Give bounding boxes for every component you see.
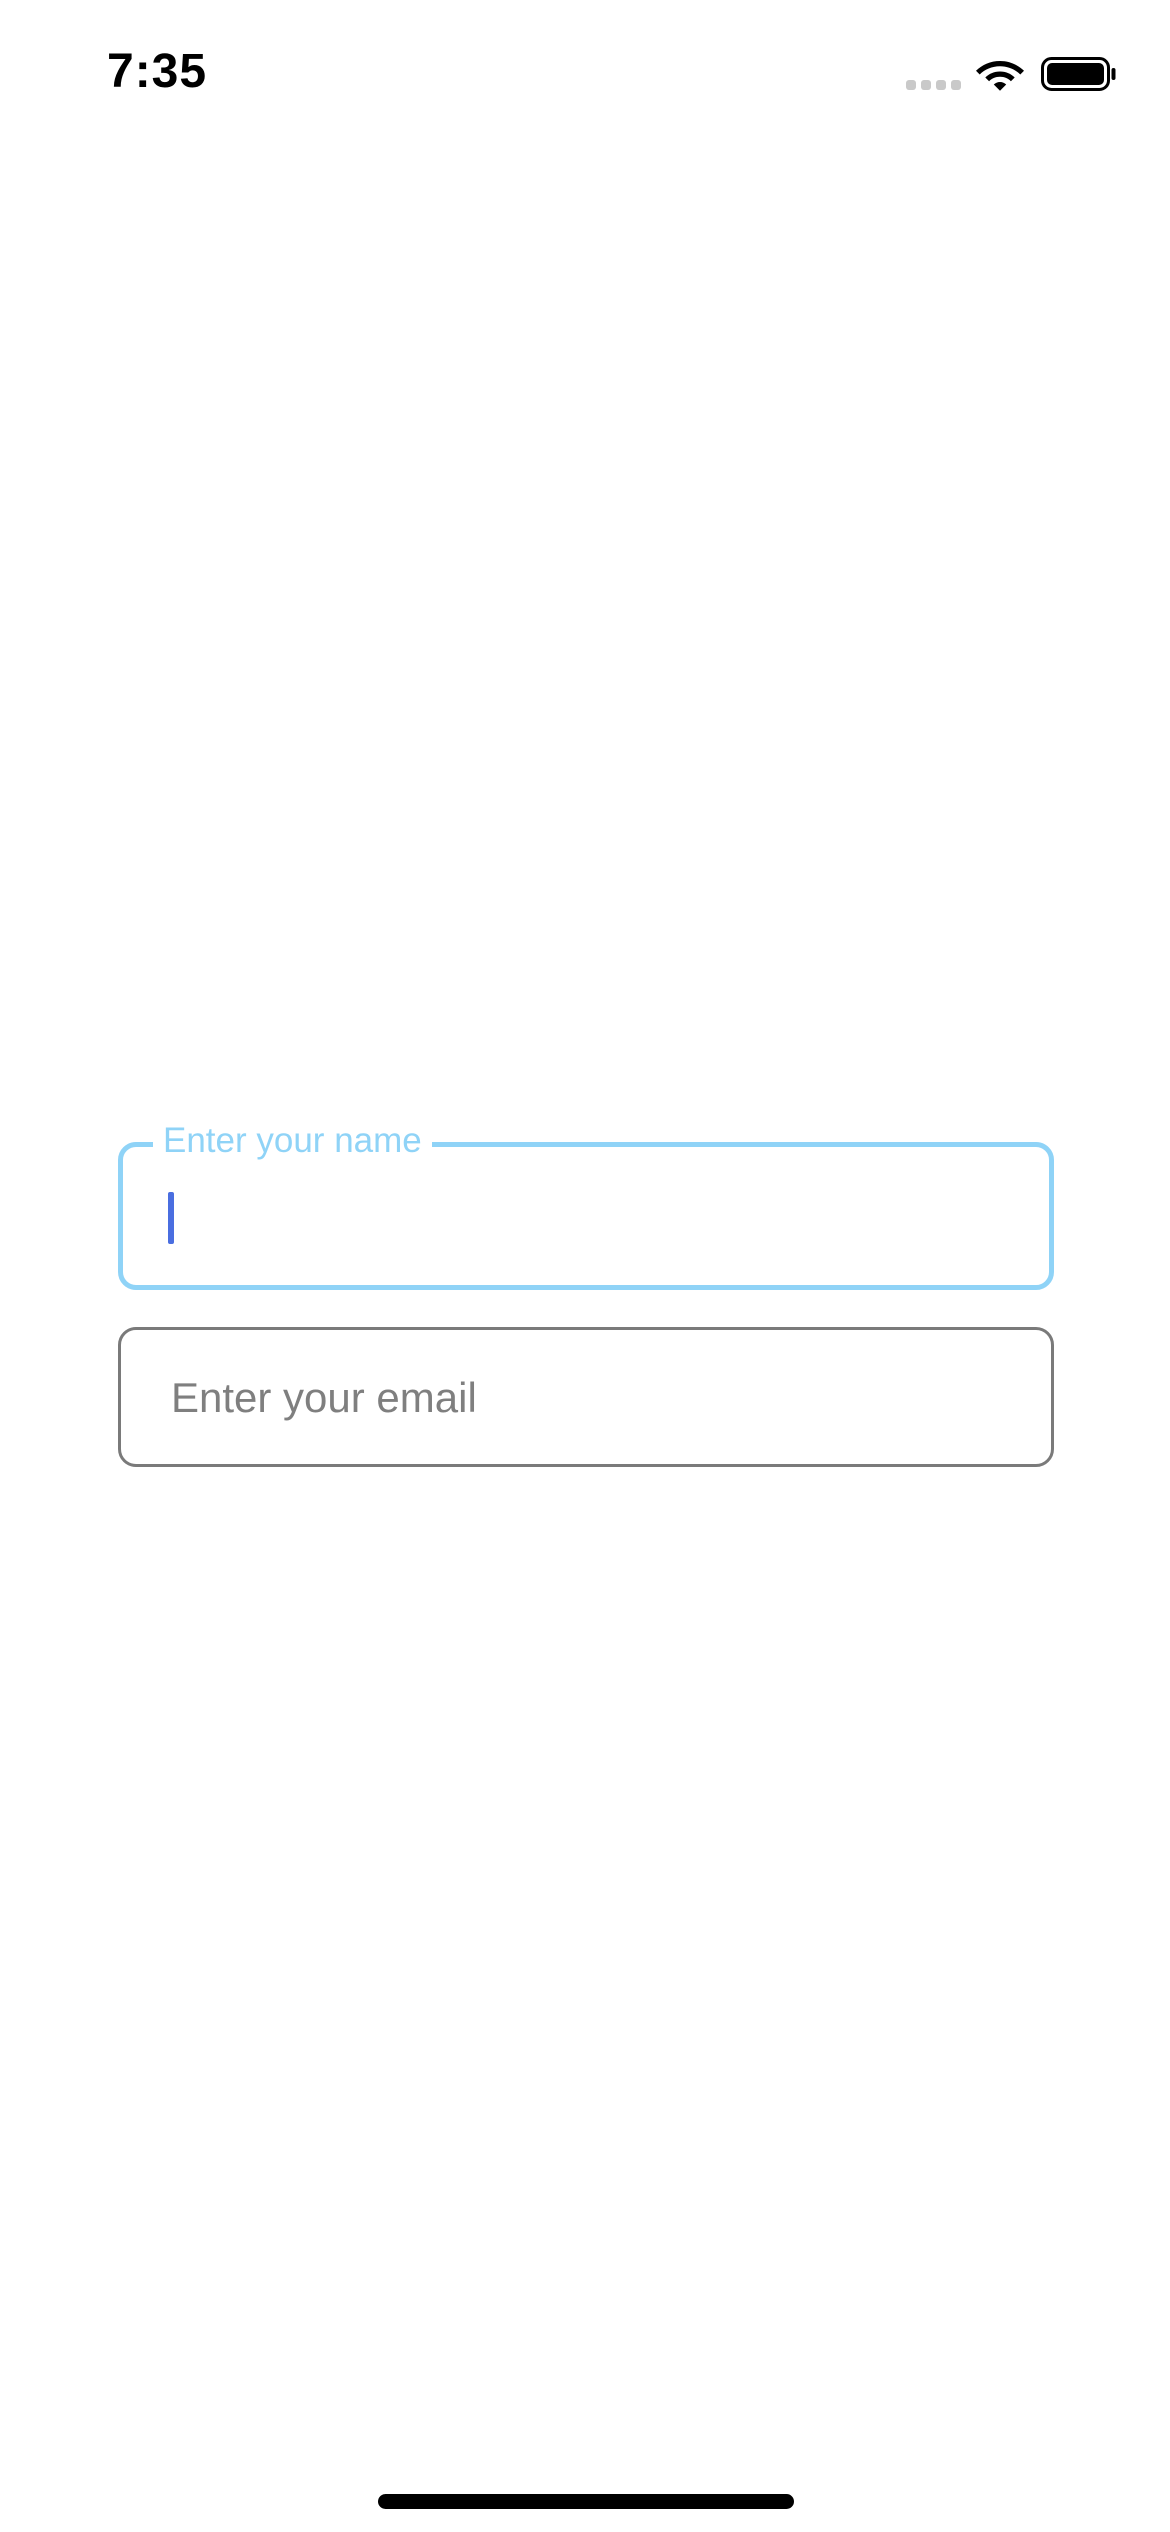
status-bar: 7:35 (0, 0, 1170, 140)
wifi-icon (976, 61, 1024, 91)
text-cursor (168, 1192, 174, 1244)
home-indicator[interactable] (378, 2494, 794, 2509)
name-field-label: Enter your name (153, 1117, 432, 1165)
name-field[interactable]: Enter your name (118, 1117, 1054, 1290)
name-input[interactable] (161, 1177, 1001, 1257)
cellular-signal-icon (906, 80, 962, 92)
battery-icon (1041, 57, 1116, 91)
status-time: 7:35 (107, 45, 208, 98)
email-field[interactable] (118, 1327, 1054, 1467)
email-input[interactable] (171, 1358, 991, 1438)
